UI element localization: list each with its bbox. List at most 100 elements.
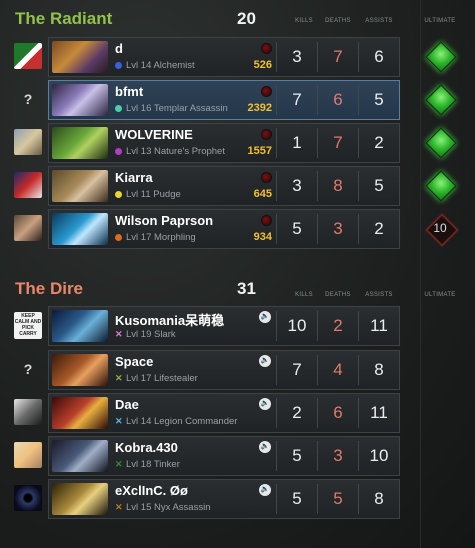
player-color-x-icon: ✕: [115, 459, 123, 469]
column-divider: [358, 311, 359, 341]
ultimate-cooldown-seconds: 10: [433, 221, 447, 235]
player-assists: 5: [374, 176, 384, 195]
hero-portrait: [52, 127, 108, 159]
speaker-icon[interactable]: 🔈: [259, 398, 271, 410]
ultimate-status: 10: [425, 213, 459, 247]
player-kills: 7: [292, 360, 302, 379]
dire-team-title: The Dire: [15, 279, 84, 298]
hero-portrait: [52, 483, 108, 515]
column-divider: [276, 484, 277, 514]
radiant-score: 20: [237, 9, 256, 28]
player-kills: 7: [292, 90, 302, 109]
dire-deaths-header: DEATHS: [325, 292, 351, 298]
hero-level-label: Lvl 19 Slark: [126, 329, 176, 340]
dire-player-row[interactable]: Kobra.430 ✕ Lvl 18 Tinker 🔈 5 3 10: [48, 436, 400, 476]
player-gold: 934: [253, 231, 272, 243]
speaker-icon[interactable]: 🔈: [259, 484, 271, 496]
player-color-x-icon: ✕: [115, 329, 123, 339]
column-divider: [276, 441, 277, 471]
speaker-icon[interactable]: 🔈: [259, 355, 271, 367]
dire-player-row[interactable]: Kusomania呆萌稳 ✕ Lvl 19 Slark 🔈 10 2 11: [48, 306, 400, 346]
hero-level-label: Lvl 14 Alchemist: [126, 60, 195, 71]
hero-portrait: [52, 84, 108, 116]
speaker-icon[interactable]: 🔈: [259, 441, 271, 453]
player-deaths: 2: [333, 316, 343, 335]
dire-score: 31: [237, 279, 256, 298]
player-gold: 1557: [247, 145, 272, 157]
radiant-team-title: The Radiant: [15, 9, 113, 28]
radiant-player-row[interactable]: d Lvl 14 Alchemist 526 3 7 6: [48, 37, 400, 77]
player-assists: 11: [370, 316, 388, 335]
speaker-icon[interactable]: 🔈: [259, 311, 271, 323]
player-name: Kobra.430: [115, 440, 178, 455]
scoreboard-panel: The Radiant 20 KILLS DEATHS ASSISTS ULTI…: [0, 0, 475, 548]
dire-player-row[interactable]: Space ✕ Lvl 17 Lifestealer 🔈 7 4 8: [48, 350, 400, 390]
player-name: bfmt: [115, 84, 144, 99]
player-name: WOLVERINE: [115, 127, 193, 142]
player-deaths: 8: [333, 176, 343, 195]
player-deaths: 4: [333, 360, 343, 379]
radiant-player-avatar[interactable]: [14, 43, 42, 69]
player-color-x-icon: ✕: [115, 502, 123, 512]
dire-player-avatar[interactable]: [14, 485, 42, 511]
hero-level-label: Lvl 11 Pudge: [126, 189, 181, 200]
radiant-player-row[interactable]: bfmt Lvl 16 Templar Assassin 2392 7 6 5: [48, 80, 400, 120]
column-divider: [276, 171, 277, 201]
dire-player-row[interactable]: Dae ✕ Lvl 14 Legion Commander 🔈 2 6 11: [48, 393, 400, 433]
player-hero-info: ✕ Lvl 14 Legion Commander: [115, 416, 237, 427]
red-indicator-icon: [261, 86, 272, 97]
player-kills: 2: [292, 403, 302, 422]
red-indicator-icon: [261, 215, 272, 226]
green-gem-icon: [425, 127, 457, 159]
radiant-player-row[interactable]: Kiarra Lvl 11 Pudge 645 3 8 5: [48, 166, 400, 206]
radiant-ultimate-header: ULTIMATE: [424, 18, 456, 24]
dire-player-row[interactable]: eXclInC. Øø ✕ Lvl 15 Nyx Assassin 🔈 5 5 8: [48, 479, 400, 519]
radiant-player-row[interactable]: Wilson Paprson Lvl 17 Morphling 934 5 3 2: [48, 209, 400, 249]
dire-assists-header: ASSISTS: [365, 292, 393, 298]
player-deaths: 7: [333, 133, 343, 152]
ultimate-status: [425, 170, 457, 202]
column-divider: [276, 128, 277, 158]
hero-level-label: Lvl 17 Lifestealer: [126, 373, 198, 384]
column-divider: [276, 398, 277, 428]
player-deaths: 3: [333, 446, 343, 465]
dire-player-avatar[interactable]: ?: [14, 356, 42, 382]
column-divider: [358, 171, 359, 201]
red-indicator-icon: [261, 43, 272, 54]
player-assists: 10: [369, 446, 389, 465]
column-divider: [317, 398, 318, 428]
radiant-player-avatar[interactable]: [14, 129, 42, 155]
ultimate-status: [425, 127, 457, 159]
column-divider: [317, 85, 318, 115]
hero-level-label: Lvl 18 Tinker: [126, 459, 180, 470]
radiant-player-row[interactable]: WOLVERINE Lvl 13 Nature's Prophet 1557 1 7 2: [48, 123, 400, 163]
hero-level-label: Lvl 16 Templar Assassin: [126, 103, 228, 114]
player-hero-info: Lvl 11 Pudge: [115, 189, 181, 200]
hero-portrait: [52, 213, 108, 245]
dire-player-avatar[interactable]: [14, 442, 42, 468]
column-divider: [358, 42, 359, 72]
red-indicator-icon: [261, 172, 272, 183]
radiant-player-avatar[interactable]: ?: [14, 86, 42, 112]
player-kills: 3: [292, 176, 302, 195]
player-color-dot: [115, 104, 122, 112]
column-divider: [358, 128, 359, 158]
column-divider: [276, 214, 277, 244]
column-divider: [317, 311, 318, 341]
radiant-player-avatar[interactable]: [14, 172, 42, 198]
player-hero-info: ✕ Lvl 15 Nyx Assassin: [115, 502, 210, 513]
player-color-dot: [115, 61, 122, 69]
player-deaths: 7: [333, 47, 343, 66]
green-gem-icon: [425, 41, 457, 73]
column-divider: [276, 42, 277, 72]
ultimate-column-frame: [420, 0, 471, 548]
player-name: Dae: [115, 397, 139, 412]
column-divider: [276, 355, 277, 385]
dire-player-avatar[interactable]: KEEP CALM AND PICK CARRY: [14, 312, 42, 339]
radiant-player-avatar[interactable]: [14, 215, 42, 241]
dire-player-avatar[interactable]: [14, 399, 42, 425]
player-hero-info: ✕ Lvl 18 Tinker: [115, 459, 180, 470]
column-divider: [358, 484, 359, 514]
column-divider: [317, 214, 318, 244]
column-divider: [358, 355, 359, 385]
